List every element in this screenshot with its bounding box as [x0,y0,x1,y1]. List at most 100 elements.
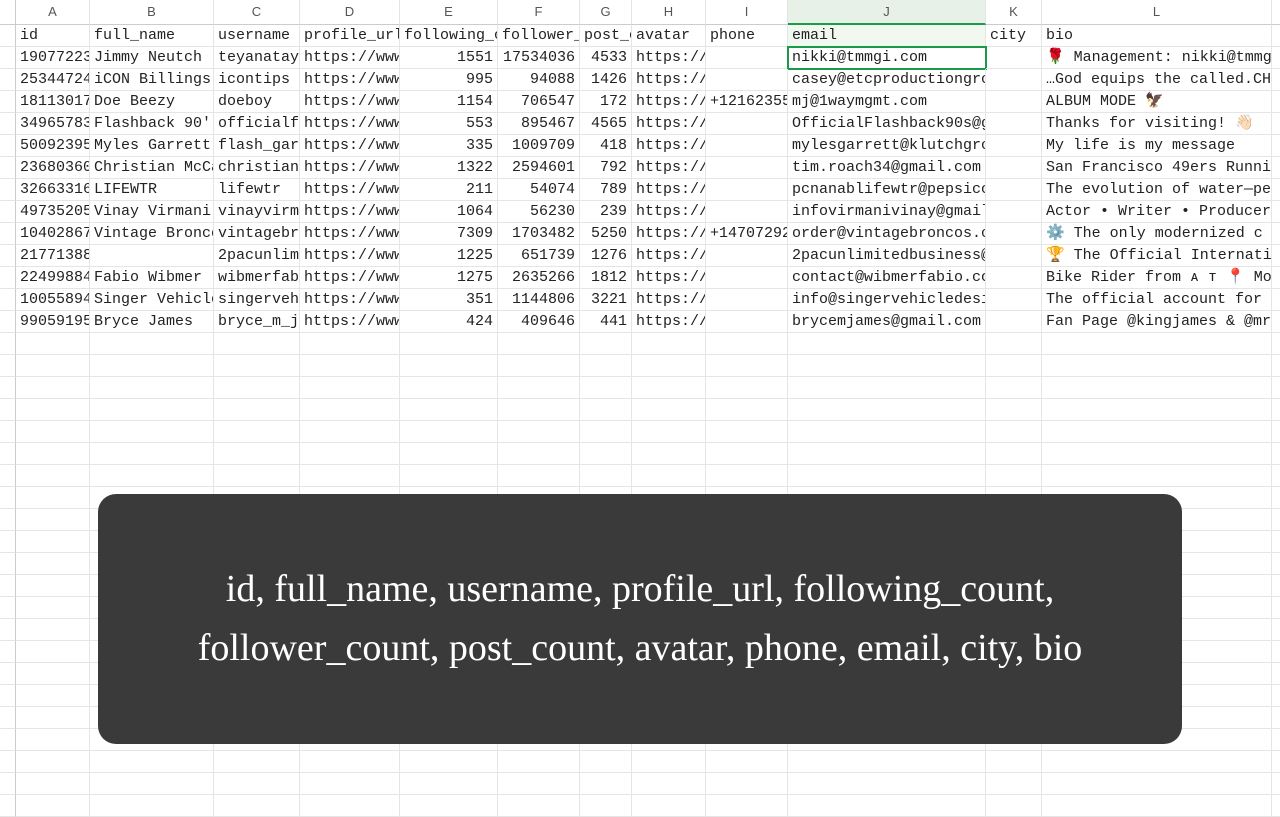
data-cell[interactable] [214,773,300,795]
data-cell[interactable]: https:// [632,223,706,245]
data-cell[interactable] [1272,113,1280,135]
data-cell[interactable] [1272,641,1280,663]
data-cell[interactable] [1272,487,1280,509]
data-cell[interactable]: 54074 [498,179,580,201]
data-cell[interactable]: 995 [400,69,498,91]
row-header[interactable] [0,223,16,245]
row-header[interactable] [0,421,16,443]
data-cell[interactable]: https:// [632,179,706,201]
data-cell[interactable]: https:// [632,69,706,91]
column-header-C[interactable]: C [214,0,300,25]
data-cell[interactable] [214,443,300,465]
data-cell[interactable] [1272,685,1280,707]
data-cell[interactable] [1042,465,1272,487]
data-cell[interactable] [16,597,90,619]
data-cell[interactable]: vinayvirm [214,201,300,223]
data-cell[interactable] [986,91,1042,113]
data-cell[interactable] [90,443,214,465]
data-cell[interactable]: tim.roach34@gmail.com [788,157,986,179]
data-cell[interactable]: 1551 [400,47,498,69]
data-cell[interactable]: https:// [632,201,706,223]
row-header[interactable] [0,91,16,113]
row-header[interactable] [0,135,16,157]
data-cell[interactable] [1042,377,1272,399]
data-cell[interactable] [16,487,90,509]
data-cell[interactable] [706,113,788,135]
data-cell[interactable] [706,311,788,333]
data-cell[interactable]: 553 [400,113,498,135]
data-cell[interactable] [986,399,1042,421]
data-cell[interactable] [16,663,90,685]
header-cell[interactable]: bio [1042,25,1272,47]
header-cell[interactable]: username [214,25,300,47]
data-cell[interactable] [986,377,1042,399]
data-cell[interactable] [300,421,400,443]
data-cell[interactable] [16,773,90,795]
data-cell[interactable] [1272,597,1280,619]
row-header[interactable] [0,157,16,179]
data-cell[interactable]: 1154 [400,91,498,113]
data-cell[interactable]: 17534036 [498,47,580,69]
row-header[interactable] [0,531,16,553]
header-cell[interactable]: city [986,25,1042,47]
data-cell[interactable]: 1426 [580,69,632,91]
data-cell[interactable] [788,421,986,443]
data-cell[interactable] [986,157,1042,179]
data-cell[interactable] [706,399,788,421]
data-cell[interactable]: 1322 [400,157,498,179]
data-cell[interactable] [986,289,1042,311]
data-cell[interactable] [580,773,632,795]
data-cell[interactable] [300,355,400,377]
row-header[interactable] [0,795,16,817]
data-cell[interactable]: officialf [214,113,300,135]
column-header-J[interactable]: J [788,0,986,25]
data-cell[interactable] [400,421,498,443]
data-cell[interactable] [1272,663,1280,685]
data-cell[interactable] [214,355,300,377]
data-cell[interactable] [986,201,1042,223]
data-cell[interactable]: 1225 [400,245,498,267]
data-cell[interactable] [580,443,632,465]
row-header[interactable] [0,751,16,773]
column-header-I[interactable]: I [706,0,788,25]
data-cell[interactable]: https://www [300,135,400,157]
data-cell[interactable] [300,773,400,795]
data-cell[interactable] [632,333,706,355]
data-cell[interactable] [1272,69,1280,91]
data-cell[interactable] [788,333,986,355]
data-cell[interactable] [498,399,580,421]
data-cell[interactable] [1042,751,1272,773]
data-cell[interactable]: 5250 [580,223,632,245]
data-cell[interactable] [16,707,90,729]
header-cell[interactable]: following_count [400,25,498,47]
data-cell[interactable] [986,47,1042,69]
data-cell[interactable]: 4565 [580,113,632,135]
data-cell[interactable]: 10055894 [16,289,90,311]
data-cell[interactable] [400,355,498,377]
data-cell[interactable] [1272,223,1280,245]
data-cell[interactable]: 🏆 The Official Internatio [1042,245,1272,267]
data-cell[interactable] [1272,289,1280,311]
data-cell[interactable] [214,377,300,399]
data-cell[interactable]: 🌹 Management: nikki@tmmg [1042,47,1272,69]
data-cell[interactable] [1042,421,1272,443]
data-cell[interactable]: 418 [580,135,632,157]
data-cell[interactable]: https:// [632,245,706,267]
data-cell[interactable] [300,443,400,465]
data-cell[interactable]: brycemjames@gmail.com [788,311,986,333]
data-cell[interactable] [498,795,580,817]
data-cell[interactable]: 18113017 [16,91,90,113]
data-cell[interactable] [1272,377,1280,399]
data-cell[interactable]: 792 [580,157,632,179]
data-cell[interactable] [706,773,788,795]
data-cell[interactable] [632,399,706,421]
data-cell[interactable] [706,47,788,69]
header-cell[interactable]: post_count [580,25,632,47]
data-cell[interactable] [400,333,498,355]
data-cell[interactable] [498,377,580,399]
data-cell[interactable] [1272,267,1280,289]
data-cell[interactable] [400,751,498,773]
data-cell[interactable] [986,69,1042,91]
data-cell[interactable] [580,377,632,399]
data-cell[interactable]: OfficialFlashback90s@g [788,113,986,135]
